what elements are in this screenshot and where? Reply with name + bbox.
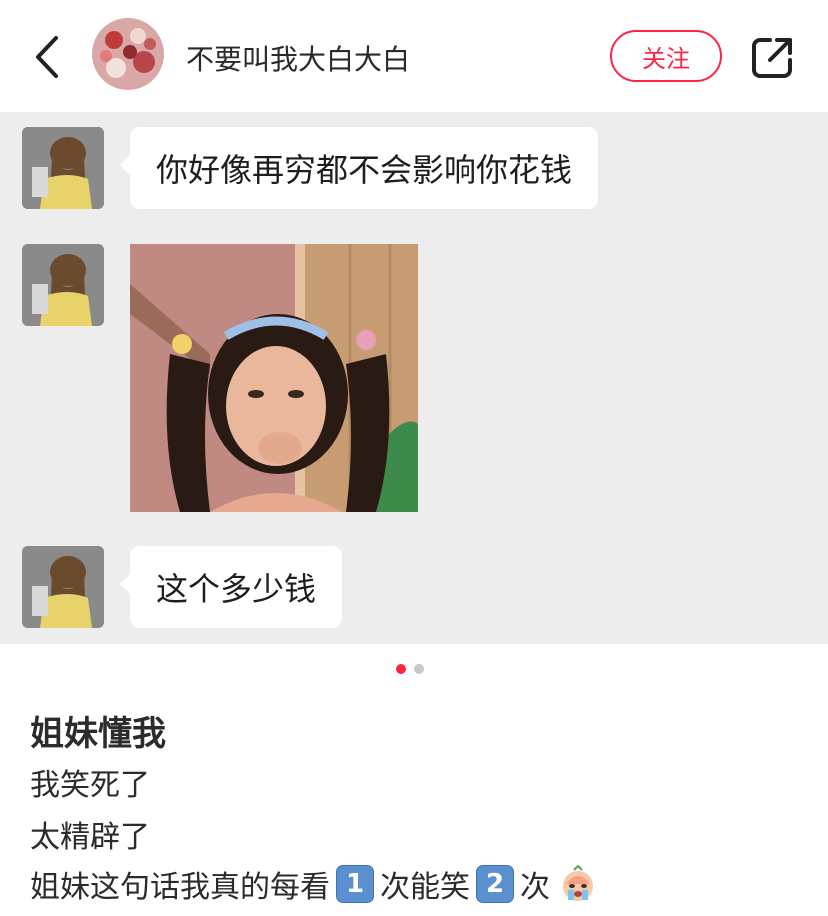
back-button[interactable] bbox=[28, 32, 68, 82]
author-username[interactable]: 不要叫我大白大白 bbox=[186, 38, 410, 78]
share-button[interactable] bbox=[750, 34, 796, 80]
sender-avatar-image bbox=[22, 244, 104, 326]
girl-photo-image bbox=[130, 244, 418, 512]
sender-avatar bbox=[22, 244, 104, 326]
post-text-line: 太精辟了 bbox=[30, 820, 150, 855]
keycap-number-badge: 2 bbox=[476, 865, 514, 903]
share-icon bbox=[752, 38, 792, 78]
page-dot[interactable] bbox=[414, 664, 424, 674]
crying-emoji-icon bbox=[558, 864, 598, 904]
post-text-segment: 次能笑 bbox=[380, 870, 470, 905]
page-dot-active[interactable] bbox=[396, 664, 406, 674]
author-avatar-image bbox=[92, 18, 164, 90]
message-image[interactable] bbox=[130, 244, 418, 512]
message-bubble: 你好像再穷都不会影响你花钱 bbox=[119, 127, 599, 209]
top-bar: 不要叫我大白大白 关注 bbox=[0, 0, 828, 112]
post-text-line: 我笑死了 bbox=[30, 768, 150, 803]
post-title: 姐妹懂我 bbox=[30, 714, 166, 754]
sender-avatar bbox=[22, 127, 104, 209]
post-text-line: 姐妹这句话我真的每看 1 次能笑 2 次 bbox=[30, 862, 598, 906]
keycap-number-badge: 1 bbox=[336, 865, 374, 903]
post-text-segment: 次 bbox=[520, 870, 550, 905]
follow-button[interactable]: 关注 bbox=[610, 30, 722, 82]
carousel-pagination bbox=[396, 664, 424, 674]
sender-avatar bbox=[22, 546, 104, 628]
post-text-segment: 姐妹这句话我真的每看 bbox=[30, 870, 330, 905]
message-bubble: 这个多少钱 bbox=[119, 546, 343, 628]
sender-avatar-image bbox=[22, 546, 104, 628]
author-avatar[interactable] bbox=[92, 18, 164, 90]
post-image-carousel[interactable]: 你好像再穷都不会影响你花钱 这个多少钱 bbox=[0, 112, 828, 644]
chevron-left-icon bbox=[36, 36, 58, 78]
sender-avatar-image bbox=[22, 127, 104, 209]
